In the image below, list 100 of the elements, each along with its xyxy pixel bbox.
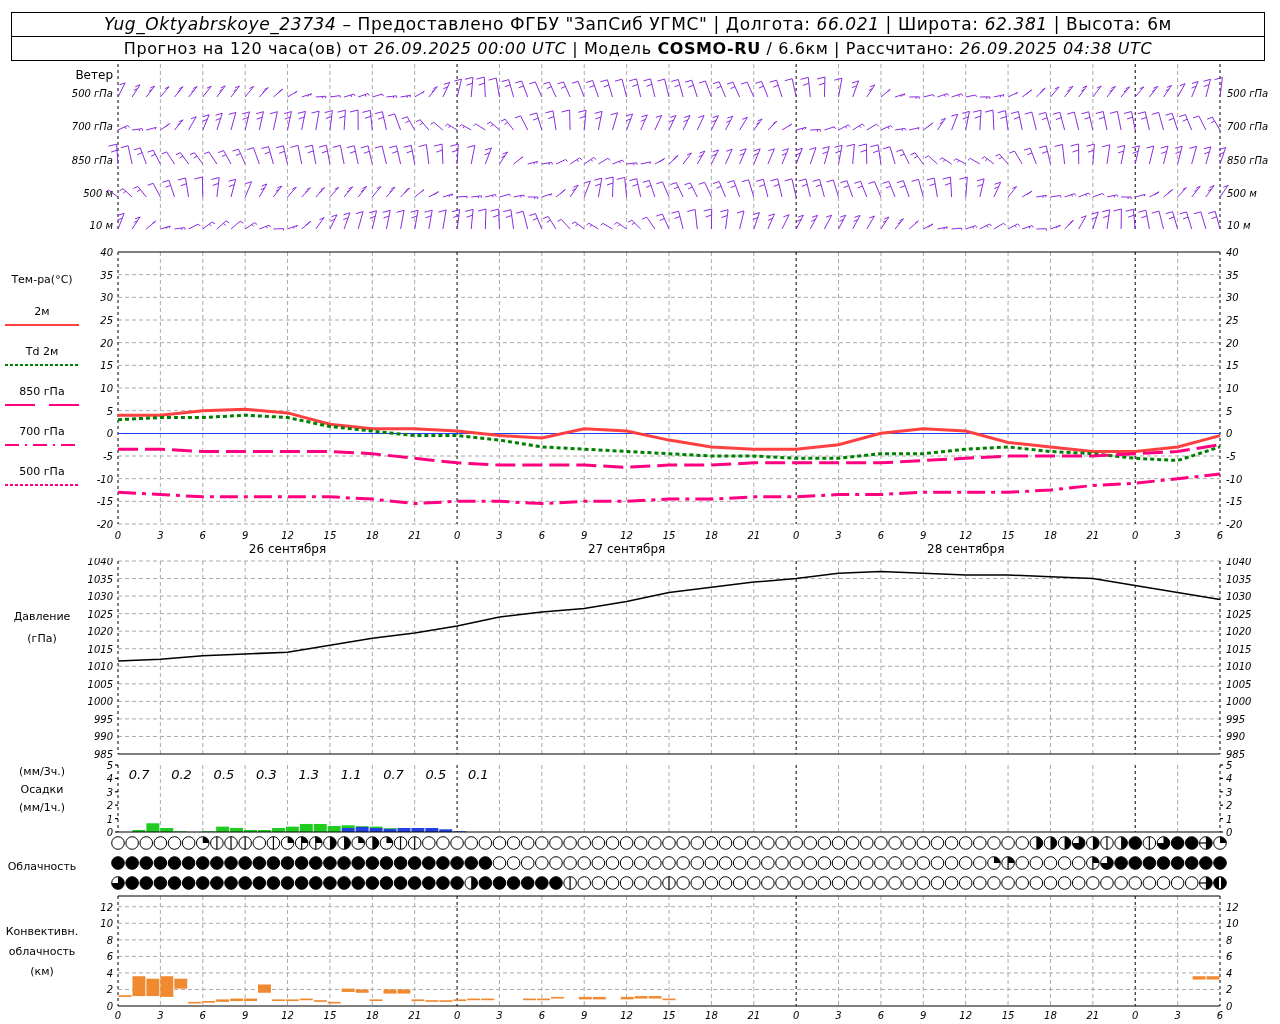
level-label: 700 гПа [71,121,113,132]
precipitation-total: 0.5 [213,767,235,782]
axis-label: 0 [106,1001,113,1012]
axis-label: 15 [323,1010,337,1021]
axis-label: -5 [1226,451,1236,462]
axis-label: 5 [106,760,113,771]
axis-label: 9 [920,1010,927,1021]
chart-label: Давление [13,610,71,624]
axis-label: 5 [106,405,113,417]
axis-label: 21 [1086,530,1100,541]
axis-label: 3 [496,530,503,541]
axis-label: 0 [114,1010,122,1021]
axis-label: 4 [106,967,113,979]
axis-label: 0 [1132,530,1139,541]
axis-label: 6 [106,951,113,963]
axis-label: 3 [1226,786,1233,798]
axis-label: 21 [408,530,422,541]
precipitation-total: 0.5 [425,767,447,782]
axis-label: 9 [581,530,588,541]
axis-label: 12 [620,530,633,541]
axis-label: 995 [1226,713,1246,725]
axis-label: 10 [1226,383,1239,394]
precipitation-total: 0.3 [256,767,277,782]
axis-label: 3 [1174,1010,1181,1021]
axis-label: 10 [1226,918,1239,930]
axis-label: 1040 [87,558,113,567]
legend-label: 700 гПа [19,425,65,439]
date-label: 27 сентября [587,542,666,556]
axis-label: 3 [106,786,113,798]
axis-label: 21 [747,530,761,541]
axis-label: 18 [705,530,718,541]
axis-label: 0 [792,1010,800,1021]
axis-label: 1005 [87,678,113,690]
chart-label: (мм/3ч.) [19,765,65,779]
date-label: 26 сентября [248,542,327,556]
axis-label: 0 [792,530,800,541]
axis-label: 4 [1226,967,1233,979]
axis-label: 9 [920,530,927,541]
level-label: 500 м [83,188,113,199]
forecast-info: Прогноз на 120 часа(ов) от 26.09.2025 00:00 UTC | Модель COSMO-RU / 6.6км | Рассчитано: 26.09.2025 04:38 UTC [122,38,1154,60]
axis-label: 6 [877,1010,885,1021]
axis-label: 35 [100,269,113,281]
axis-label: -5 [103,451,113,462]
axis-label: 0 [1226,428,1233,440]
axis-label: 6 [538,530,546,541]
axis-label: 1000 [87,696,113,708]
axis-label: 0 [106,428,113,440]
chart-label: (гПа) [27,632,57,646]
axis-label: 3 [496,1010,503,1021]
axis-label: 1010 [1226,661,1252,673]
axis-label: 1040 [1226,558,1252,567]
axis-label: 30 [100,292,113,304]
axis-label: 15 [323,530,337,541]
axis-label: 12 [281,1010,294,1021]
axis-label: 1020 [1226,626,1252,638]
axis-label: 1030 [1226,591,1252,603]
axis-label: 20 [1226,337,1239,349]
precipitation-total: 1.3 [298,767,320,782]
axis-label: 1020 [87,626,113,638]
axis-label: 18 [1044,530,1057,541]
axis-label: 1025 [1226,608,1252,620]
axis-label: 35 [1226,269,1239,281]
axis-label: 0 [114,530,122,541]
chart-label: (мм/1ч.) [19,801,65,815]
axis-label: 1025 [87,608,113,620]
axis-label: 12 [1226,901,1239,913]
precipitation-total: 0.7 [128,767,150,782]
precipitation-total: 0.2 [171,767,192,782]
axis-label: -15 [96,496,113,508]
axis-label: 1015 [1226,643,1252,655]
chart-label: Осадки [20,783,64,797]
chart-label: Тем-ра(°C) [11,273,73,287]
axis-label: -20 [1226,519,1243,530]
axis-label: 6 [877,530,885,541]
axis-label: 6 [199,530,206,541]
level-label: 500 м [1227,188,1257,199]
axis-label: 12 [100,901,113,913]
axis-label: 9 [581,1010,588,1021]
level-label: 500 гПа [71,88,113,99]
axis-label: 3 [1174,530,1181,541]
level-label: 700 гПа [1227,121,1269,132]
axis-label: 20 [100,337,113,349]
axis-label: 8 [106,934,113,946]
axis-label: 12 [959,1010,973,1021]
level-label: 500 гПа [1227,88,1269,99]
axis-label: 0 [1226,1001,1233,1012]
axis-label: 12 [620,1010,633,1021]
axis-label: 10 [100,918,113,930]
axis-label: 3 [835,1010,842,1021]
axis-label: 18 [705,1010,718,1021]
axis-label: 0 [453,1010,461,1021]
axis-label: 8 [1226,934,1233,946]
axis-label: 15 [1001,1010,1015,1021]
axis-label: -15 [1226,496,1243,508]
axis-label: 30 [1226,292,1239,304]
axis-label: -10 [96,473,113,485]
axis-label: 40 [1226,248,1239,258]
axis-label: 6 [1216,530,1224,541]
axis-label: 2 [106,800,113,812]
axis-label: 21 [747,1010,761,1021]
